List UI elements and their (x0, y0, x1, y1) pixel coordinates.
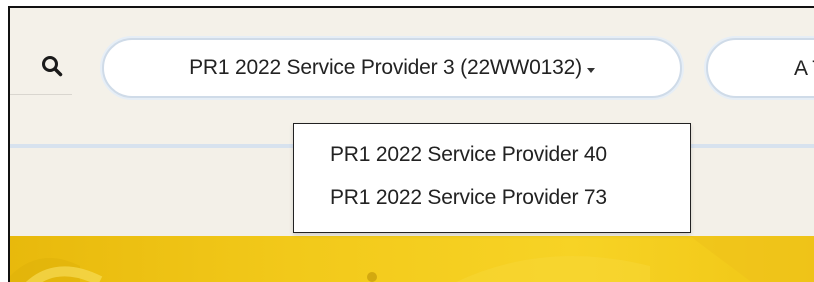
banner-image (10, 236, 814, 282)
caret-down-icon (586, 67, 595, 73)
search-icon[interactable] (41, 55, 63, 77)
dropdown-option[interactable]: PR1 2022 Service Provider 40 (330, 143, 670, 167)
app-frame: PR1 2022 Service Provider 3 (22WW0132) A… (8, 6, 814, 282)
service-provider-selected-label: PR1 2022 Service Provider 3 (22WW0132) (189, 56, 582, 79)
secondary-selector-label: A T (794, 57, 814, 80)
service-provider-dropdown-menu: PR1 2022 Service Provider 40 PR1 2022 Se… (293, 123, 691, 233)
dropdown-option[interactable]: PR1 2022 Service Provider 73 (330, 186, 670, 210)
search-field-underline (10, 94, 72, 95)
service-provider-selector[interactable]: PR1 2022 Service Provider 3 (22WW0132) (102, 38, 682, 98)
secondary-selector[interactable]: A T (706, 38, 814, 98)
